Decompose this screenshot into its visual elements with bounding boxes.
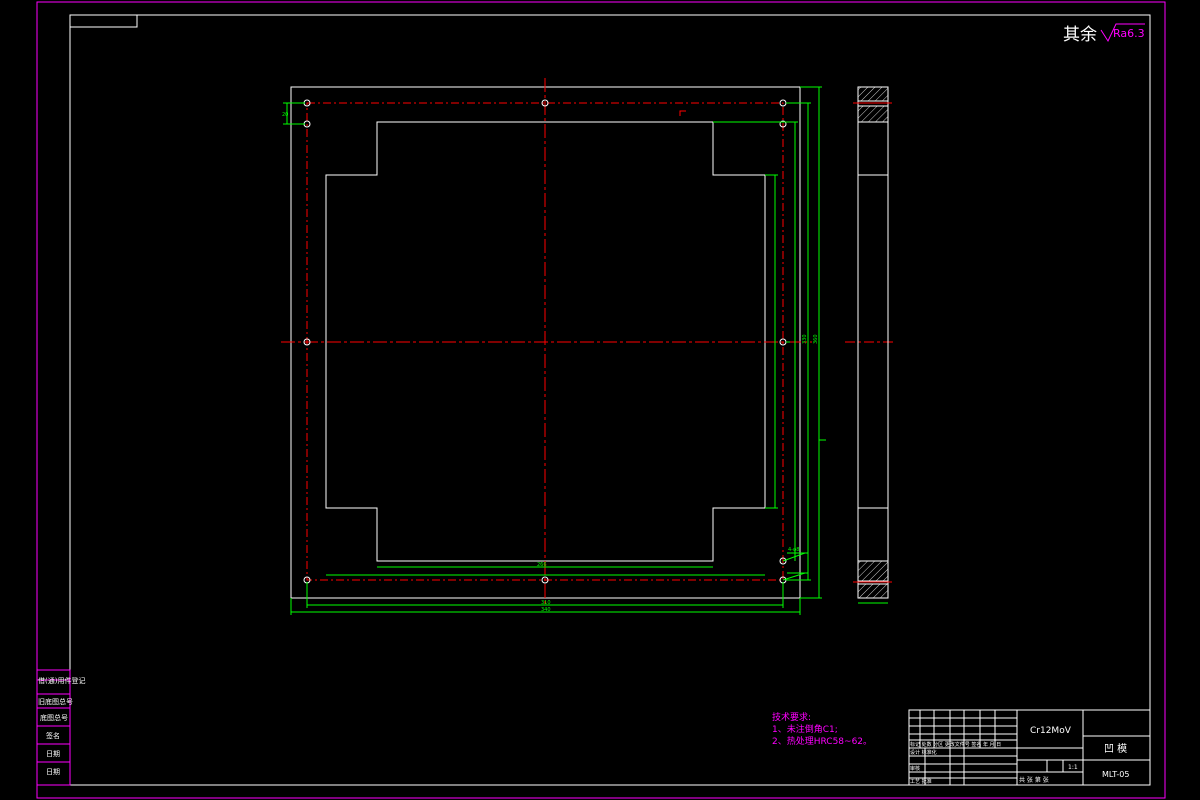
section-hatch-top-2	[857, 105, 889, 123]
stamp-row: 日期	[46, 750, 60, 758]
stamp-row: 签名	[46, 731, 60, 740]
drawing-number: MLT-05	[1102, 770, 1129, 779]
dim-hole-note: 4-φ8	[788, 547, 799, 553]
scale-value: 1:1	[1068, 764, 1078, 771]
title-row: 审核	[910, 765, 920, 772]
dim-bottom-small: 266	[537, 562, 547, 568]
part-name: 凹 模	[1104, 743, 1127, 755]
title-row: 工艺 批准	[910, 778, 932, 785]
title-row: 标记 处数 分区 更改文件号 签名 年 月 日	[910, 741, 1001, 748]
dim-bottom-inner: 310	[541, 600, 551, 606]
dim-right-inner: 330	[802, 334, 808, 344]
section-hatch-bottom	[857, 560, 889, 582]
title-row: 设计 标准化	[910, 749, 937, 756]
sheet-info: 共 张 第 张	[1019, 776, 1049, 784]
tech-notes-heading: 技术要求:	[772, 711, 811, 723]
section-hatch-bottom-2	[857, 583, 889, 599]
tech-note-line: 2、热处理HRC58~62。	[772, 735, 872, 747]
roughness-prefix: 其余	[1063, 25, 1097, 45]
stamp-row: 旧底图总号	[38, 697, 73, 706]
section-hatch-top	[857, 86, 889, 102]
roughness-value: Ra6.3	[1113, 27, 1145, 40]
tech-note-line: 1、未注倒角C1;	[772, 723, 838, 735]
dim-bottom-outer: 340	[541, 607, 551, 613]
material-label: Cr12MoV	[1030, 726, 1072, 736]
stamp-row: 借(通)用件登记	[38, 676, 85, 685]
dim-left-small: 20	[282, 112, 288, 118]
stamp-row: 日期	[46, 768, 60, 776]
dim-right-outer: 360	[813, 334, 819, 344]
stamp-row: 底图总号	[40, 713, 68, 722]
cad-drawing-sheet: 其余 Ra6.3 310 340 266 20 4-φ8 330 360 借(通…	[0, 0, 1200, 800]
